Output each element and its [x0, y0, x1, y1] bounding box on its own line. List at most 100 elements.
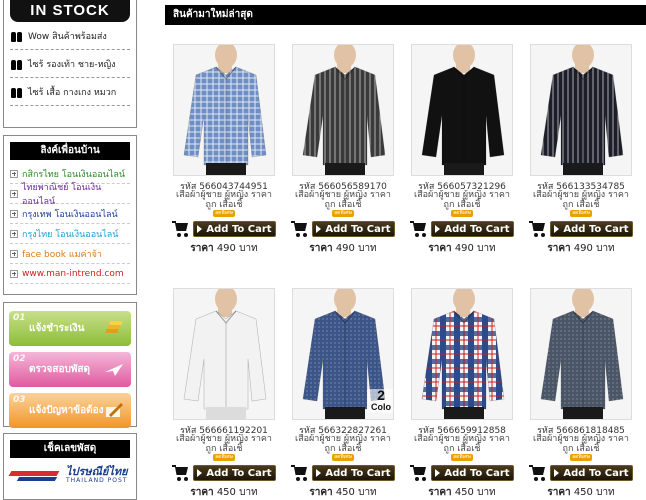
shopping-cart-icon[interactable] — [172, 221, 190, 237]
cart-row: Add To Cart — [410, 464, 514, 482]
product-code: รหัส 566322827261 — [299, 426, 387, 436]
add-to-cart-button[interactable]: Add To Cart — [431, 465, 514, 481]
cart-row: Add To Cart — [172, 220, 276, 238]
product-image[interactable] — [292, 44, 394, 176]
product-image[interactable] — [411, 288, 513, 420]
promo-badge: ลดพิเศษ — [570, 210, 592, 217]
thailand-post-link[interactable]: ไปรษณีย์ไทย THAILAND POST — [10, 466, 130, 484]
play-arrow-icon — [554, 469, 560, 477]
friend-link-krungthai[interactable]: กรุงไทย โอนเงินออนไลน์ — [10, 224, 130, 244]
friend-link-website[interactable]: www.man-intrend.com — [10, 264, 130, 284]
add-to-cart-label: Add To Cart — [563, 467, 629, 479]
add-to-cart-button[interactable]: Add To Cart — [550, 465, 633, 481]
report-problem-label: แจ้งปัญหาข้อต้อง — [29, 405, 104, 416]
friend-links-box: ลิงค์เพื่อนบ้าน กสิกรไทย โอนเงินออนไลน์ … — [3, 135, 137, 295]
add-to-cart-button[interactable]: Add To Cart — [312, 465, 395, 481]
price-value: 490 — [335, 243, 355, 254]
product-image[interactable] — [411, 44, 513, 176]
expand-plus-icon — [10, 189, 18, 198]
expand-plus-icon — [10, 169, 18, 178]
price-currency: บาท — [239, 243, 258, 254]
add-to-cart-button[interactable]: Add To Cart — [550, 221, 633, 237]
shopping-cart-icon[interactable] — [291, 221, 309, 237]
promo-badge: ลดพิเศษ — [213, 210, 235, 217]
product-title-link[interactable]: เสื้อผ้าผู้ชาย ผู้หญิง ราคาถูก เสื้อเชิ้ — [172, 190, 276, 210]
product-price: ราคา 490 บาท — [291, 241, 395, 256]
stock-link-ready[interactable]: Wow สินค้าพร้อมส่ง — [10, 22, 130, 50]
friend-link-bangkok[interactable]: กรุงเทพ โอนเงินออนไลน์ — [10, 204, 130, 224]
people-icon — [10, 86, 24, 98]
price-value: 450 — [573, 487, 593, 498]
product-code: รหัส 566661192201 — [180, 426, 268, 436]
stock-link-label: ไซร้ เสื้อ กางเกง หมวก — [28, 87, 117, 98]
expand-plus-icon — [10, 269, 18, 278]
product-title-link[interactable]: เสื้อผ้าผู้ชาย ผู้หญิง ราคาถูก เสื้อเชิ้ — [410, 190, 514, 210]
pencil-book-icon — [106, 403, 123, 417]
product-image[interactable] — [173, 44, 275, 176]
product-title-link[interactable]: เสื้อผ้าผู้ชาย ผู้หญิง ราคาถูก เสื้อเชิ้ — [172, 434, 276, 454]
friend-link-label: กรุงเทพ โอนเงินออนไลน์ — [22, 209, 118, 220]
shopping-cart-icon[interactable] — [410, 221, 428, 237]
check-parcel-button[interactable]: 02 ตรวจสอบพัสดุ — [9, 352, 131, 387]
friend-link-facebook[interactable]: face book แมค่าจ้า — [10, 244, 130, 264]
cart-row: Add To Cart — [410, 220, 514, 238]
product-code: รหัส 566043744951 — [180, 182, 268, 192]
product-title-link[interactable]: เสื้อผ้าผู้ชาย ผู้หญิง ราคาถูก เสื้อเชิ้ — [410, 434, 514, 454]
friend-link-label: กสิกรไทย โอนเงินออนไลน์ — [22, 169, 125, 180]
price-value: 450 — [335, 487, 355, 498]
thailand-post-logo-icon — [10, 466, 62, 484]
product-card: รหัส 566133534785 เสื้อผ้าผู้ชาย ผู้หญิง… — [529, 44, 633, 256]
product-title-link[interactable]: เสื้อผ้าผู้ชาย ผู้หญิง ราคาถูก เสื้อเชิ้ — [529, 190, 633, 210]
friend-link-label: www.man-intrend.com — [22, 268, 124, 279]
shopping-cart-icon[interactable] — [291, 465, 309, 481]
price-value: 450 — [216, 487, 236, 498]
color-count-word: Colo — [371, 402, 391, 412]
section-title: สินค้ามาใหม่ล่าสุด — [165, 5, 646, 25]
shopping-cart-icon[interactable] — [410, 465, 428, 481]
report-problem-button[interactable]: 03 แจ้งปัญหาข้อต้อง — [9, 393, 131, 428]
friend-link-label: กรุงไทย โอนเงินออนไลน์ — [22, 229, 119, 240]
product-code: รหัส 566057321296 — [418, 182, 506, 192]
stock-link-shoes[interactable]: ไซร้ รองเท้า ชาย-หญิง — [10, 50, 130, 78]
main-content: สินค้ามาใหม่ล่าสุด รหัส 566043744951 เสื… — [165, 0, 646, 500]
add-to-cart-label: Add To Cart — [206, 223, 272, 235]
product-price: ราคา 450 บาท — [291, 485, 395, 500]
play-arrow-icon — [197, 469, 203, 477]
check-parcel-label: ตรวจสอบพัสดุ — [29, 364, 90, 375]
price-value: 450 — [454, 487, 474, 498]
product-title-link[interactable]: เสื้อผ้าผู้ชาย ผู้หญิง ราคาถูก เสื้อเชิ้ — [291, 434, 395, 454]
price-value: 490 — [573, 243, 593, 254]
color-count-overlay: 2 Colo — [367, 388, 393, 413]
add-to-cart-button[interactable]: Add To Cart — [193, 221, 276, 237]
instock-banner: IN STOCK — [10, 0, 130, 22]
add-to-cart-label: Add To Cart — [325, 223, 391, 235]
price-label: ราคา — [428, 487, 452, 498]
add-to-cart-label: Add To Cart — [563, 223, 629, 235]
product-card: รหัส 566043744951 เสื้อผ้าผู้ชาย ผู้หญิง… — [172, 44, 276, 256]
product-image[interactable] — [173, 288, 275, 420]
product-price: ราคา 490 บาท — [529, 241, 633, 256]
notify-payment-label: แจ้งชำระเงิน — [29, 323, 85, 334]
play-arrow-icon — [316, 225, 322, 233]
play-arrow-icon — [316, 469, 322, 477]
stock-link-label: Wow สินค้าพร้อมส่ง — [28, 31, 107, 42]
add-to-cart-button[interactable]: Add To Cart — [312, 221, 395, 237]
product-title-link[interactable]: เสื้อผ้าผู้ชาย ผู้หญิง ราคาถูก เสื้อเชิ้ — [291, 190, 395, 210]
price-label: ราคา — [547, 487, 571, 498]
friend-link-scb[interactable]: ไทยพาณิชย์ โอนเงินออนไลน์ — [10, 183, 130, 207]
product-image[interactable] — [530, 288, 632, 420]
add-to-cart-label: Add To Cart — [444, 223, 510, 235]
expand-plus-icon — [10, 209, 18, 218]
add-to-cart-button[interactable]: Add To Cart — [431, 221, 514, 237]
notify-payment-button[interactable]: 01 แจ้งชำระเงิน — [9, 311, 131, 346]
product-title-link[interactable]: เสื้อผ้าผู้ชาย ผู้หญิง ราคาถูก เสื้อเชิ้ — [529, 434, 633, 454]
shopping-cart-icon[interactable] — [529, 465, 547, 481]
expand-plus-icon — [10, 229, 18, 238]
stock-link-clothes[interactable]: ไซร้ เสื้อ กางเกง หมวก — [10, 78, 130, 106]
price-currency: บาท — [358, 487, 377, 498]
product-image[interactable] — [530, 44, 632, 176]
product-image[interactable]: 2 Colo — [292, 288, 394, 420]
add-to-cart-button[interactable]: Add To Cart — [193, 465, 276, 481]
shopping-cart-icon[interactable] — [529, 221, 547, 237]
shopping-cart-icon[interactable] — [172, 465, 190, 481]
